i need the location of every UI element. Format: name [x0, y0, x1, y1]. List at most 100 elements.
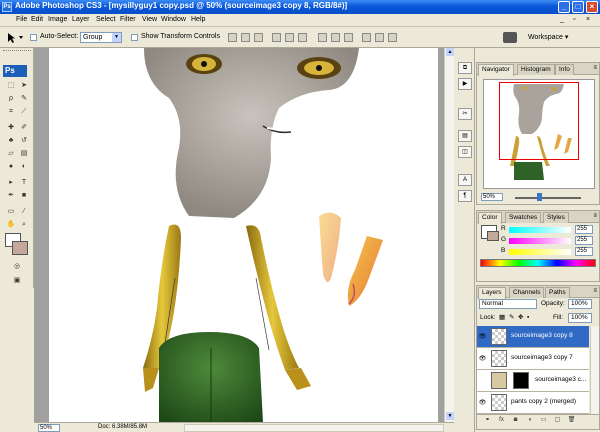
hand-tool-icon[interactable]: ✋	[5, 220, 17, 230]
distribute-bottom-icon[interactable]	[344, 33, 353, 42]
brush-tool-icon[interactable]: ✐	[18, 123, 30, 133]
visibility-eye-icon[interactable]: 👁	[478, 399, 487, 407]
navigator-zoom-slider[interactable]	[515, 197, 581, 199]
scroll-up-icon[interactable]: ▲	[446, 48, 454, 56]
layer-row[interactable]: sourceimage3 c...	[477, 370, 589, 392]
visibility-eye-icon[interactable]	[478, 377, 487, 385]
green-channel-value[interactable]: 255	[575, 236, 593, 245]
tab-channels[interactable]: Channels	[509, 287, 545, 298]
tab-swatches[interactable]: Swatches	[505, 212, 542, 223]
canvas-horizontal-scrollbar[interactable]	[184, 424, 444, 432]
paragraph-panel-icon[interactable]: ¶	[458, 190, 472, 202]
crop-tool-icon[interactable]: ⌗	[5, 107, 17, 117]
fill-field[interactable]: 100%	[568, 313, 592, 323]
dodge-tool-icon[interactable]: ◐	[18, 162, 30, 172]
opacity-field[interactable]: 100%	[568, 299, 592, 309]
layers-scrollbar[interactable]	[590, 326, 599, 414]
quick-mask-icon[interactable]: ◎	[11, 262, 23, 272]
visibility-eye-icon[interactable]: 👁	[478, 355, 487, 363]
lock-all-icon[interactable]: ▪	[527, 313, 529, 324]
history-brush-tool-icon[interactable]: ↺	[18, 136, 30, 146]
auto-select-dropdown[interactable]: Group ▼	[80, 32, 122, 43]
align-vcenter-icon[interactable]	[241, 33, 250, 42]
tab-histogram[interactable]: Histogram	[517, 64, 555, 75]
lasso-tool-icon[interactable]: ρ	[5, 94, 17, 104]
tab-info[interactable]: Info	[555, 64, 574, 75]
canvas-area[interactable]	[34, 48, 444, 422]
auto-select-checkbox[interactable]	[30, 34, 37, 41]
menu-file[interactable]: File	[16, 16, 27, 23]
new-layer-icon[interactable]: ▢	[553, 416, 562, 424]
maximize-button[interactable]: □	[572, 1, 584, 13]
layer-row[interactable]: 👁 sourceimage3 copy 7	[477, 348, 589, 370]
move-tool-icon[interactable]: ➤	[18, 81, 30, 91]
canvas-vertical-scrollbar[interactable]: ▲ ▼	[444, 48, 454, 422]
move-tool-icon[interactable]	[6, 32, 24, 44]
lock-pixels-icon[interactable]: ✎	[509, 313, 514, 324]
path-select-tool-icon[interactable]: ▸	[5, 178, 17, 188]
blue-channel-value[interactable]: 255	[575, 247, 593, 256]
navigator-zoom-field[interactable]: 50%	[481, 193, 503, 201]
screen-mode-icon[interactable]: ▣	[11, 276, 23, 286]
panel-menu-icon[interactable]: ≡	[593, 288, 597, 294]
clone-source-panel-icon[interactable]: ◫	[458, 146, 472, 158]
navigator-preview[interactable]	[483, 79, 595, 189]
slice-tool-icon[interactable]: ⟋	[18, 107, 30, 117]
tab-styles[interactable]: Styles	[543, 212, 569, 223]
tool-presets-panel-icon[interactable]: ✂	[458, 108, 472, 120]
menu-layer[interactable]: Layer	[72, 16, 90, 23]
align-top-icon[interactable]	[228, 33, 237, 42]
align-hcenter-icon[interactable]	[285, 33, 294, 42]
zoom-tool-icon[interactable]: ⌕	[18, 220, 30, 230]
distribute-right-icon[interactable]	[388, 33, 397, 42]
marquee-tool-icon[interactable]: ⬚	[5, 81, 17, 91]
menu-edit[interactable]: Edit	[31, 16, 43, 23]
doc-close-button[interactable]: ×	[586, 16, 590, 23]
add-mask-icon[interactable]: ◙	[511, 416, 520, 424]
layer-row[interactable]: 👁 pants copy 2 (merged)	[477, 392, 589, 414]
pen-tool-icon[interactable]: ✒	[5, 191, 17, 201]
red-channel-value[interactable]: 255	[575, 225, 593, 234]
tool-presets-icon[interactable]	[503, 32, 517, 43]
scroll-down-icon[interactable]: ▼	[446, 412, 454, 420]
character-panel-icon[interactable]: A	[458, 174, 472, 186]
menu-help[interactable]: Help	[191, 16, 205, 23]
red-channel-slider[interactable]	[509, 227, 571, 233]
menu-image[interactable]: Image	[48, 16, 67, 23]
type-tool-icon[interactable]: T	[18, 178, 30, 188]
close-button[interactable]: ×	[586, 1, 598, 13]
new-group-icon[interactable]: ▭	[539, 416, 548, 424]
tab-paths[interactable]: Paths	[545, 287, 570, 298]
eyedropper-tool-icon[interactable]: ⁄	[18, 207, 30, 217]
tab-layers[interactable]: Layers	[478, 287, 506, 299]
toolbox-grip[interactable]	[3, 50, 31, 52]
actions-panel-icon[interactable]: ▶	[458, 78, 472, 90]
show-transform-checkbox[interactable]	[131, 34, 138, 41]
lock-transparency-icon[interactable]: ▦	[499, 313, 505, 324]
document-canvas[interactable]	[49, 48, 438, 422]
notes-tool-icon[interactable]: ▭	[5, 207, 17, 217]
adjustment-layer-icon[interactable]: ◑	[525, 416, 534, 424]
panel-menu-icon[interactable]: ≡	[593, 213, 597, 219]
lock-position-icon[interactable]: ✥	[518, 313, 523, 324]
visibility-eye-icon[interactable]: 👁	[478, 333, 487, 341]
green-channel-slider[interactable]	[509, 238, 571, 244]
delete-layer-icon[interactable]: 🗑	[567, 416, 576, 424]
tab-color[interactable]: Color	[478, 212, 502, 224]
doc-size-info[interactable]: Doc: 6.38M/85.8M	[98, 424, 147, 430]
doc-restore-button[interactable]: ▫	[573, 16, 575, 23]
navigator-view-box[interactable]	[499, 82, 579, 160]
doc-minimize-button[interactable]: _	[560, 16, 564, 23]
background-color-swatch[interactable]	[12, 241, 28, 255]
navigator-zoom-slider-knob[interactable]	[537, 193, 542, 201]
eraser-tool-icon[interactable]: ▱	[5, 149, 17, 159]
panel-menu-icon[interactable]: ≡	[593, 65, 597, 71]
tab-navigator[interactable]: Navigator	[478, 64, 514, 76]
blur-tool-icon[interactable]: ●	[5, 162, 17, 172]
menu-view[interactable]: View	[142, 16, 157, 23]
distribute-vcenter-icon[interactable]	[331, 33, 340, 42]
distribute-hcenter-icon[interactable]	[375, 33, 384, 42]
align-right-icon[interactable]	[298, 33, 307, 42]
blue-channel-slider[interactable]	[509, 249, 571, 255]
align-left-icon[interactable]	[272, 33, 281, 42]
